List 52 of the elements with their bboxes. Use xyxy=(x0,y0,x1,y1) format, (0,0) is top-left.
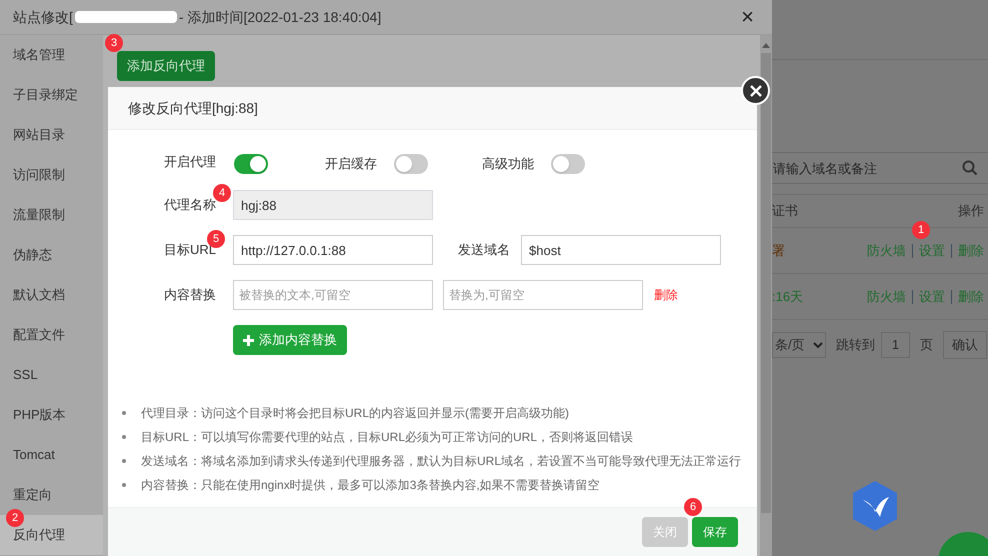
sidebar-item[interactable]: Tomcat xyxy=(0,435,103,475)
field-label: 发送域名 xyxy=(458,241,511,260)
note-text: 内容替换：只能在使用nginx时提供，最多可以添加3条替换内容,如果不需要替换请留空 xyxy=(141,477,600,494)
send-domain-field[interactable]: $host xyxy=(521,235,721,265)
add-proxy-button[interactable]: 添加反向代理 xyxy=(117,51,215,81)
page-unit: 页 xyxy=(920,336,933,354)
column-header: 证书 xyxy=(772,202,798,220)
toggle-label: 开启缓存 xyxy=(325,155,378,174)
delete-link[interactable]: 删除 xyxy=(654,286,678,304)
scroll-up-icon[interactable] xyxy=(762,43,770,48)
hexagon-logo-icon[interactable] xyxy=(850,480,900,532)
dialog-title: 站点修改[ xyxy=(13,8,73,27)
sidebar-item[interactable]: PHP版本 xyxy=(0,395,103,435)
toggle-label: 高级功能 xyxy=(482,155,535,174)
confirm-button[interactable]: 确认 xyxy=(943,331,987,359)
note-text: 目标URL：可以填写你需要代理的站点，目标URL必须为可正常访问的URL，否则将返回错误 xyxy=(141,429,634,446)
note-text: 发送域名：将域名添加到请求头传递到代理服务器，默认为目标URL域名，若设置不当可能导致代理无法正常运行 xyxy=(141,453,742,470)
status-text: 署 xyxy=(772,242,785,260)
chevron-down-icon xyxy=(813,342,823,348)
field-label: 内容替换 xyxy=(164,286,217,304)
sidebar-item[interactable]: 访问限制 xyxy=(0,155,103,195)
close-icon xyxy=(750,84,762,96)
column-header: 操作 xyxy=(958,202,984,220)
close-button[interactable]: × xyxy=(741,6,754,28)
search-field[interactable]: 请输入域名或备注 xyxy=(772,152,988,184)
sidebar-item[interactable]: 域名管理 xyxy=(0,35,103,75)
search-icon[interactable] xyxy=(962,160,978,176)
toggle-switch[interactable] xyxy=(551,154,585,174)
jump-label: 跳转到 xyxy=(836,336,875,354)
sidebar-item[interactable]: 伪静态 xyxy=(0,235,103,275)
dialog-title: - 添加时间[2022-01-23 18:40:04] xyxy=(178,8,382,27)
sidebar-item[interactable]: 网站目录 xyxy=(0,115,103,155)
replace-from-field[interactable]: 被替换的文本,可留空 xyxy=(233,280,433,310)
toggle-label: 开启代理 xyxy=(164,153,217,172)
add-replace-button[interactable]: 添加内容替换 xyxy=(233,325,347,355)
target-url-field[interactable]: http://127.0.0.1:88 xyxy=(233,235,433,265)
sidebar-item[interactable]: 默认文档 xyxy=(0,275,103,315)
toggle-switch[interactable] xyxy=(234,154,268,174)
modal-title: 修改反向代理[hgj:88] xyxy=(128,98,258,118)
page-size-select[interactable]: 条/页 xyxy=(772,332,826,358)
sidebar-item[interactable]: SSL xyxy=(0,355,103,395)
plus-icon xyxy=(243,334,254,346)
sidebar-item[interactable]: 流量限制 xyxy=(0,195,103,235)
sidebar-item[interactable]: 配置文件 xyxy=(0,315,103,355)
save-button[interactable]: 保存 xyxy=(692,517,738,547)
status-text: :16天 xyxy=(772,288,804,306)
scrollbar[interactable] xyxy=(760,35,772,556)
replace-to-field[interactable]: 替换为,可留空 xyxy=(443,280,643,310)
page-input[interactable]: 1 xyxy=(881,332,910,358)
note-text: 代理目录：访问这个目录时将会把目标URL的内容返回并显示(需要开启高级功能) xyxy=(141,405,569,422)
toggle-switch[interactable] xyxy=(394,154,428,174)
sidebar-item[interactable]: 子目录绑定 xyxy=(0,75,103,115)
